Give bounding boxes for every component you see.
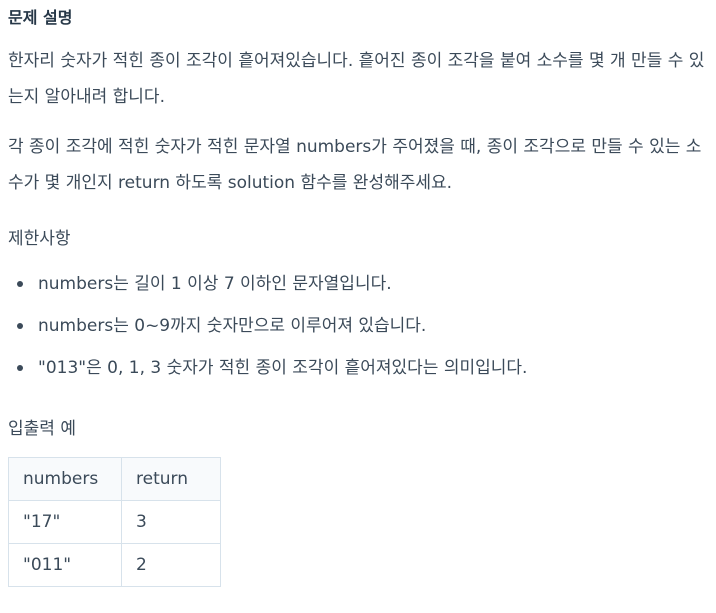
column-header-return: return xyxy=(121,457,221,501)
description-paragraph-1: 한자리 숫자가 적힌 종이 조각이 흩어져있습니다. 흩어진 종이 조각을 붙여… xyxy=(8,51,705,107)
constraint-item: numbers는 길이 1 이상 7 이하인 문자열입니다. xyxy=(17,263,708,305)
description-paragraph-2: 각 종이 조각에 적힌 숫자가 적힌 문자열 numbers가 주어졌을 때, … xyxy=(8,137,702,193)
column-header-numbers: numbers xyxy=(8,457,122,501)
constraints-list: numbers는 길이 1 이상 7 이하인 문자열입니다. numbers는 … xyxy=(8,263,708,389)
table-header-row: numbers return xyxy=(8,457,221,501)
examples-table: numbers return "17" 3 "011" 2 xyxy=(8,457,221,587)
constraints-heading: 제한사항 xyxy=(8,229,71,249)
constraint-item: "013"은 0, 1, 3 숫자가 적힌 종이 조각이 흩어져있다는 의미입니… xyxy=(17,347,708,389)
table-cell-numbers: "17" xyxy=(8,500,122,544)
bullet-dot-icon xyxy=(17,281,23,287)
problem-description: 문제 설명 한자리 숫자가 적힌 종이 조각이 흩어져있습니다. 흩어진 종이 … xyxy=(0,0,716,613)
section-title: 문제 설명 xyxy=(8,8,73,27)
constraint-text: numbers는 길이 1 이상 7 이하인 문자열입니다. xyxy=(38,274,392,294)
bullet-dot-icon xyxy=(17,323,23,329)
table-cell-return: 3 xyxy=(121,500,221,544)
table-cell-return: 2 xyxy=(121,543,221,587)
constraint-text: "013"은 0, 1, 3 숫자가 적힌 종이 조각이 흩어져있다는 의미입니… xyxy=(38,358,528,378)
examples-heading: 입출력 예 xyxy=(8,419,76,439)
constraint-item: numbers는 0~9까지 숫자만으로 이루어져 있습니다. xyxy=(17,305,708,347)
constraint-text: numbers는 0~9까지 숫자만으로 이루어져 있습니다. xyxy=(38,316,427,336)
table-row: "011" 2 xyxy=(8,543,221,587)
table-cell-numbers: "011" xyxy=(8,543,122,587)
bullet-dot-icon xyxy=(17,365,23,371)
table-row: "17" 3 xyxy=(8,500,221,544)
